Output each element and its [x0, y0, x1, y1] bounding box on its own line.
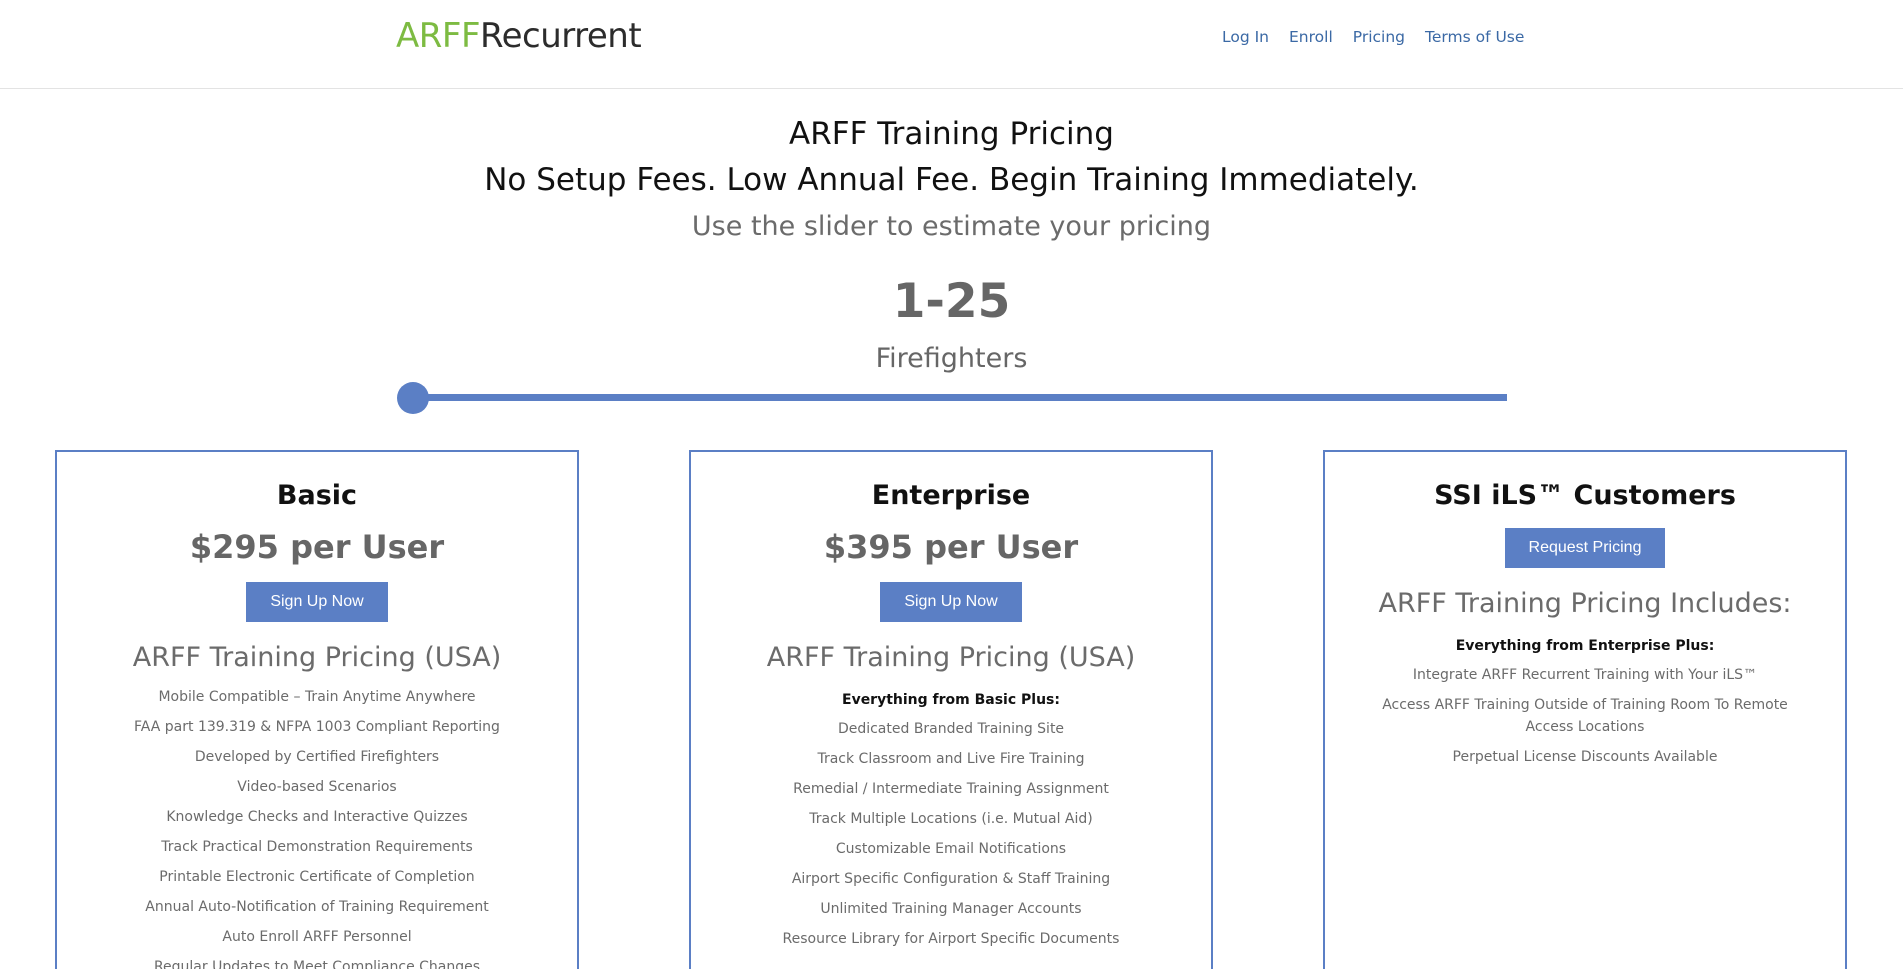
site-logo[interactable]: ARFFRecurrent	[396, 14, 642, 58]
feature-item: Knowledge Checks and Interactive Quizzes	[166, 809, 468, 825]
slider-track[interactable]	[413, 394, 1507, 401]
sign-up-button[interactable]: Sign Up Now	[880, 582, 1022, 622]
feature-item: Printable Electronic Certificate of Comp…	[159, 869, 475, 885]
firefighter-range-value: 1-25	[892, 274, 1011, 329]
feature-item: FAA part 139.319 & NFPA 1003 Compliant R…	[134, 719, 500, 735]
pricing-hero: ARFF Training Pricing No Setup Fees. Low…	[0, 113, 1903, 249]
feature-item: Perpetual License Discounts Available	[1452, 749, 1718, 765]
pricing-card-ils: SSI iLS™ Customers Request Pricing ARFF …	[1323, 450, 1847, 969]
plan-lead: Everything from Enterprise Plus:	[1455, 638, 1715, 654]
feature-list: Mobile Compatible – Train Anytime Anywhe…	[57, 686, 577, 969]
feature-item: Mobile Compatible – Train Anytime Anywhe…	[158, 689, 476, 705]
sign-up-button[interactable]: Sign Up Now	[246, 582, 388, 622]
feature-item: Annual Auto-Notification of Training Req…	[145, 899, 489, 915]
nav-pricing-link[interactable]: Pricing	[1353, 27, 1405, 47]
nav-login-link[interactable]: Log In	[1222, 27, 1269, 47]
request-pricing-button[interactable]: Request Pricing	[1504, 528, 1666, 568]
feature-item: Resource Library for Airport Specific Do…	[782, 931, 1120, 947]
main-nav: Log In Enroll Pricing Terms of Use	[1222, 27, 1524, 47]
feature-list: Integrate ARFF Recurrent Training with Y…	[1325, 664, 1845, 768]
feature-item: Regular Updates to Meet Compliance Chang…	[153, 959, 481, 969]
plan-lead: Everything from Basic Plus:	[842, 692, 1060, 708]
firefighter-range-unit: Firefighters	[875, 343, 1028, 374]
feature-item: Track Classroom and Live Fire Training	[817, 751, 1085, 767]
plan-price: $295 per User	[189, 528, 445, 566]
plan-section-heading: ARFF Training Pricing (USA)	[766, 642, 1136, 673]
feature-item: Unlimited Training Manager Accounts	[820, 901, 1082, 917]
pricing-card-enterprise: Enterprise $395 per User Sign Up Now ARF…	[689, 450, 1213, 969]
feature-item: Video-based Scenarios	[237, 779, 397, 795]
feature-item: Auto Enroll ARFF Personnel	[222, 929, 412, 945]
feature-list: Dedicated Branded Training Site Track Cla…	[691, 718, 1211, 950]
feature-item: Customizable Email Notifications	[835, 841, 1067, 857]
plan-section-heading: ARFF Training Pricing Includes:	[1378, 588, 1792, 619]
slider-hint: Use the slider to estimate your pricing	[691, 211, 1212, 242]
slider-thumb[interactable]	[397, 382, 429, 414]
logo-arff: ARFF	[396, 16, 481, 56]
feature-item: Developed by Certified Firefighters	[194, 749, 440, 765]
feature-item: Remedial / Intermediate Training Assignm…	[793, 781, 1109, 797]
nav-enroll-link[interactable]: Enroll	[1289, 27, 1333, 47]
feature-item: Airport Specific Configuration & Staff T…	[791, 871, 1111, 887]
page-title: ARFF Training Pricing	[789, 116, 1114, 152]
page-subtitle: No Setup Fees. Low Annual Fee. Begin Tra…	[484, 162, 1419, 198]
feature-item: Track Multiple Locations (i.e. Mutual Ai…	[809, 811, 1093, 827]
feature-item: Dedicated Branded Training Site	[837, 721, 1065, 737]
plan-section-heading: ARFF Training Pricing (USA)	[132, 642, 502, 673]
plan-title: Basic	[276, 480, 358, 511]
site-header: ARFFRecurrent Log In Enroll Pricing Term…	[0, 0, 1903, 89]
plan-title: SSI iLS™ Customers	[1434, 480, 1736, 511]
plan-title: Enterprise	[871, 480, 1031, 511]
logo-recurrent: Recurrent	[480, 16, 642, 56]
feature-item: Access ARFF Training Outside of Training…	[1382, 697, 1788, 735]
plan-price: $395 per User	[823, 528, 1079, 566]
pricing-card-basic: Basic $295 per User Sign Up Now ARFF Tra…	[55, 450, 579, 969]
feature-item: Integrate ARFF Recurrent Training with Y…	[1412, 667, 1758, 683]
firefighter-count-slider[interactable]	[397, 382, 1507, 414]
feature-item: Track Practical Demonstration Requiremen…	[161, 839, 473, 855]
nav-terms-link[interactable]: Terms of Use	[1425, 27, 1524, 47]
